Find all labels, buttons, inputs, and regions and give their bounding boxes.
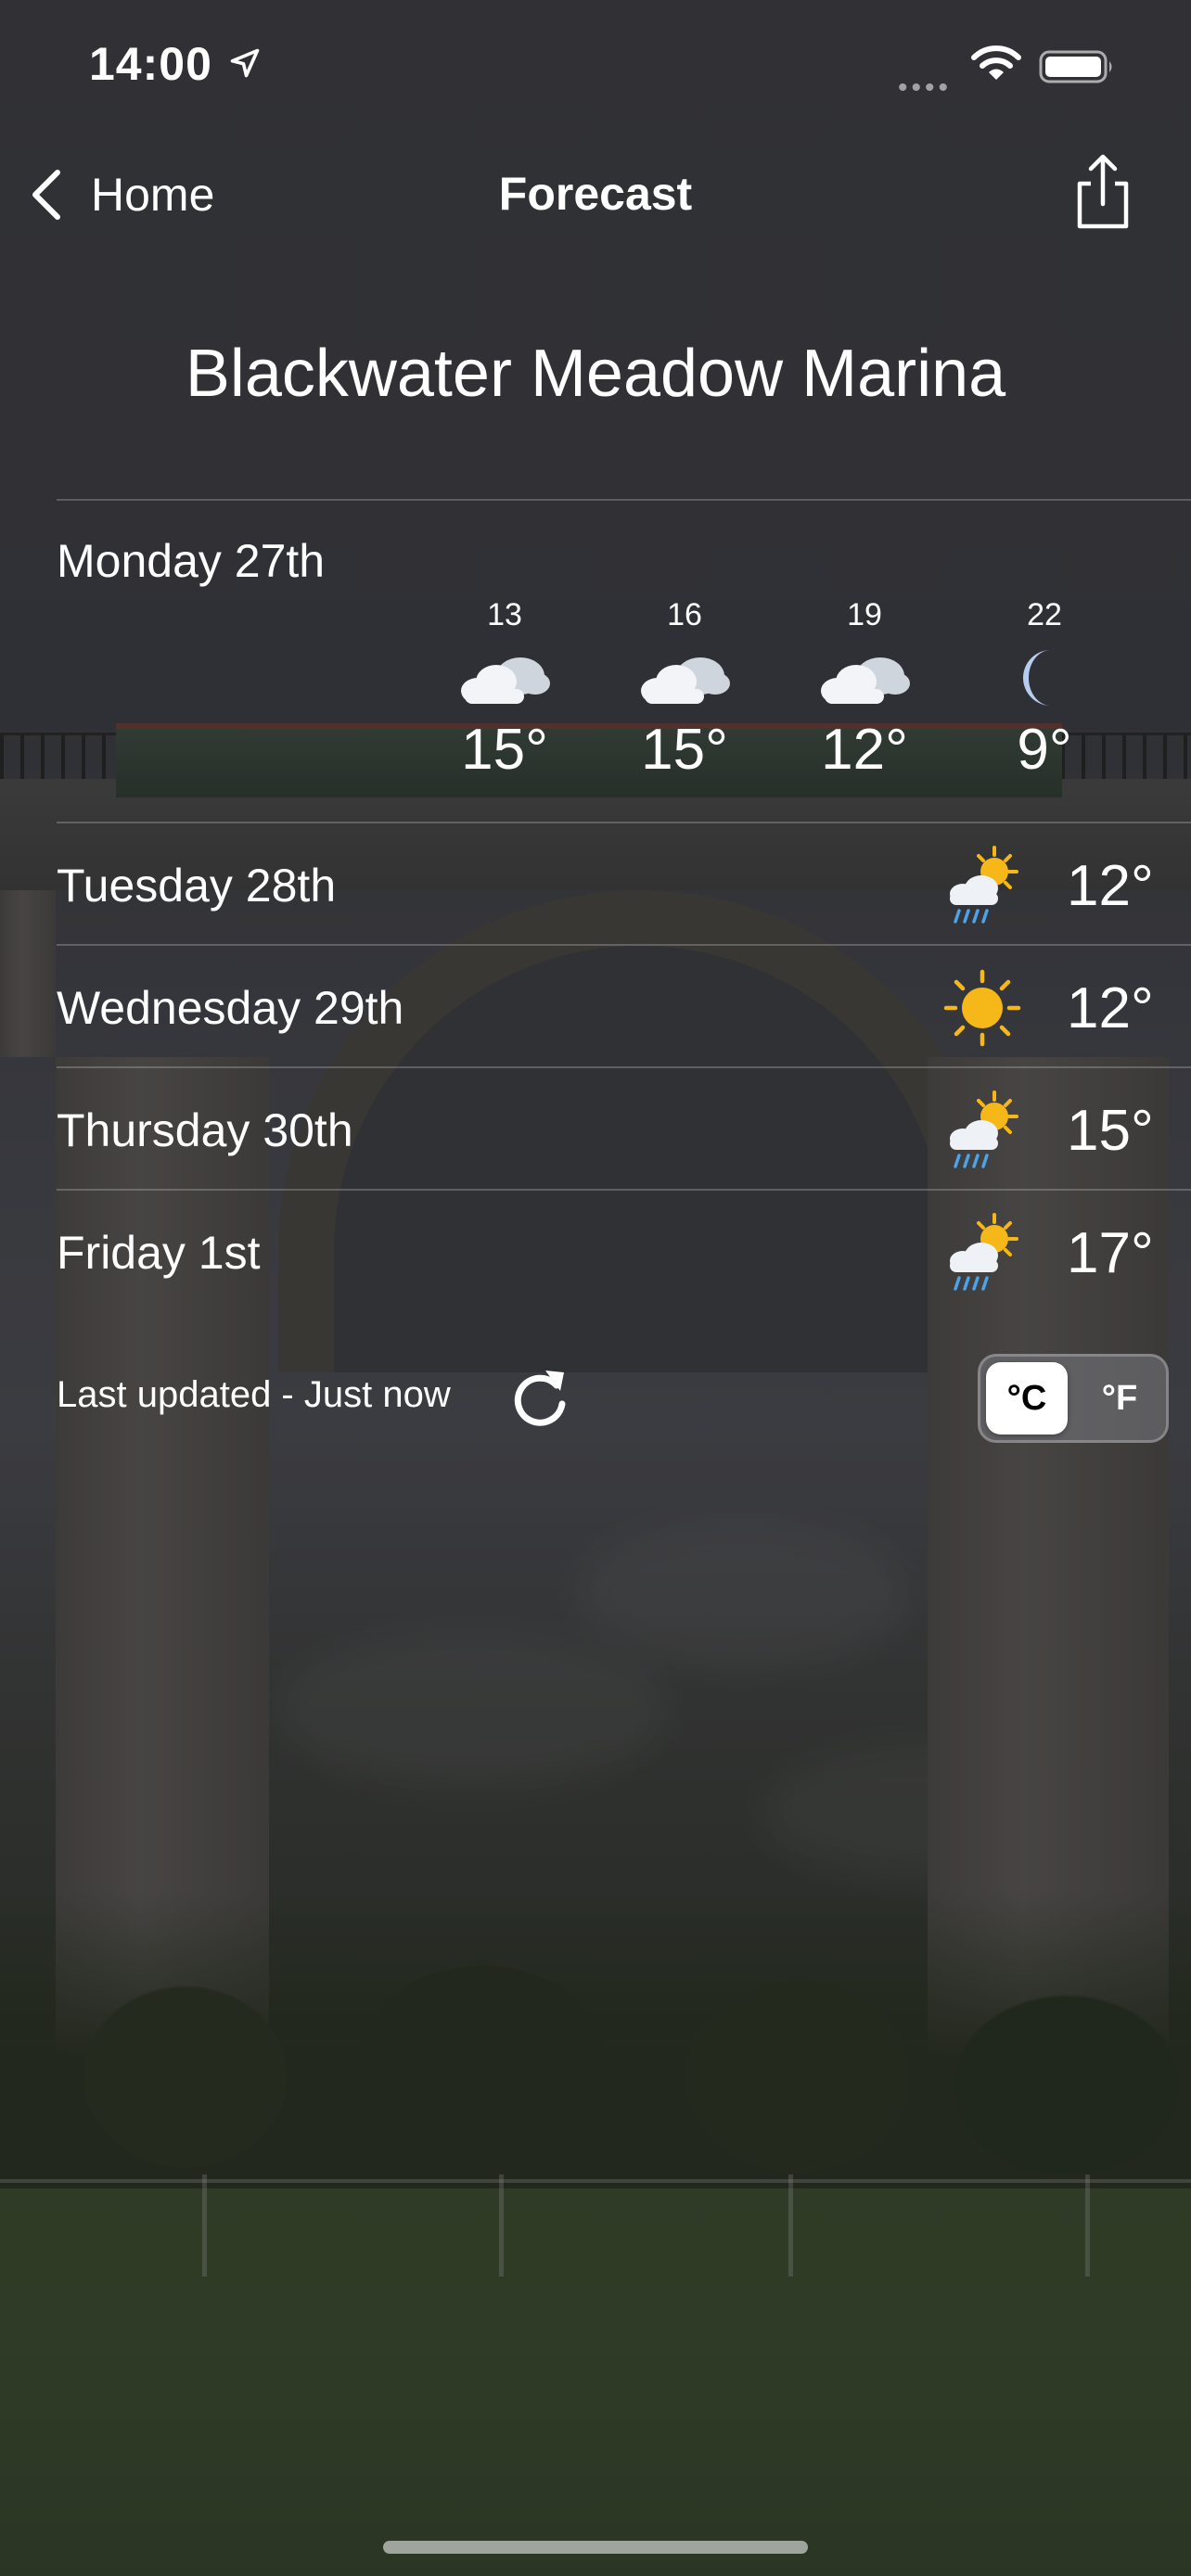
hourly-time: 13 (487, 597, 522, 632)
battery-icon (1039, 50, 1112, 83)
moon-icon (1023, 650, 1051, 706)
cellular-signal-icon: •••• (898, 72, 953, 103)
day-temperature: 12° (1067, 976, 1154, 1040)
navigation-bar: Home Forecast (0, 148, 1191, 241)
fahrenheit-option[interactable]: °F (1079, 1362, 1160, 1435)
share-icon[interactable] (1070, 152, 1135, 232)
hourly-time: 16 (667, 597, 702, 632)
sun-rain-icon (950, 846, 1018, 924)
hourly-temperature: 9° (1017, 718, 1072, 782)
daily-forecast-row: Tuesday 28th 12° (0, 823, 1191, 946)
hourly-forecast-item: 16 15° (629, 597, 740, 783)
hourly-forecast-item: 19 12° (809, 597, 920, 783)
status-time: 14:00 (89, 38, 212, 90)
daily-forecast-row: Friday 1st 17° (0, 1191, 1191, 1313)
back-button-label: Home (91, 169, 215, 221)
hourly-temperature: 15° (461, 718, 548, 782)
hourly-forecast-item: 22 9° (989, 597, 1100, 783)
day-label: Thursday 30th (57, 1104, 353, 1156)
sun-rain-icon (950, 1213, 1018, 1291)
hourly-forecast-item: 13 15° (449, 597, 560, 783)
sun-rain-icon (950, 1090, 1018, 1168)
day-temperature: 15° (1067, 1099, 1154, 1163)
cloudy-icon (461, 657, 550, 704)
hourly-temperature: 15° (641, 718, 728, 782)
cloudy-icon (641, 657, 730, 704)
hourly-time: 19 (847, 597, 882, 632)
hourly-temperature: 12° (821, 718, 908, 782)
location-name: Blackwater Meadow Marina (185, 337, 1006, 411)
day-temperature: 17° (1067, 1221, 1154, 1285)
wifi-icon (971, 45, 1021, 80)
day-label: Tuesday 28th (57, 860, 337, 912)
celsius-option[interactable]: °C (986, 1362, 1068, 1435)
home-indicator[interactable] (383, 2541, 808, 2554)
refresh-icon[interactable] (508, 1363, 573, 1430)
unit-toggle[interactable]: °C °F (978, 1354, 1169, 1443)
back-button[interactable]: Home (28, 161, 214, 228)
hourly-time: 22 (1027, 597, 1062, 632)
sun-icon (943, 969, 1021, 1047)
divider (57, 499, 1191, 501)
today-label: Monday 27th (57, 535, 326, 587)
day-temperature: 12° (1067, 854, 1154, 918)
day-label: Friday 1st (57, 1227, 261, 1279)
daily-forecast-row: Wednesday 29th 12° (0, 946, 1191, 1068)
chevron-left-icon (32, 170, 60, 220)
last-updated-text: Last updated - Just now (57, 1374, 451, 1415)
location-arrow-icon (230, 48, 260, 78)
status-bar: 14:00 •••• (0, 0, 1191, 139)
cloudy-icon (821, 657, 910, 704)
daily-forecast-row: Thursday 30th 15° (0, 1068, 1191, 1191)
day-label: Wednesday 29th (57, 982, 404, 1034)
